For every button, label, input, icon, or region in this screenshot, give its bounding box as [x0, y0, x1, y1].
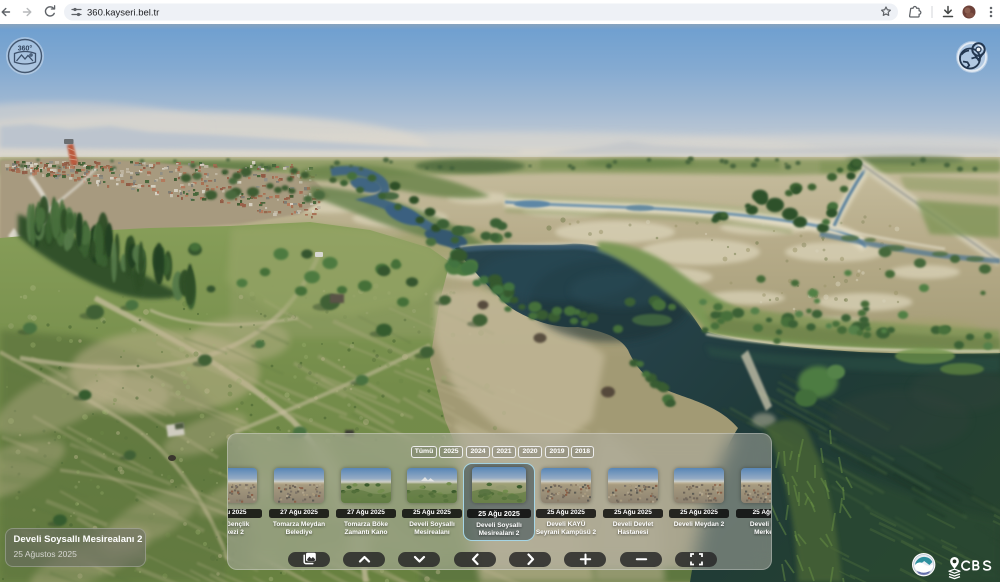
svg-text:360°: 360°: [18, 45, 33, 53]
svg-text:360.kayseri.bel.tr: 360.kayseri.bel.tr: [87, 8, 159, 19]
